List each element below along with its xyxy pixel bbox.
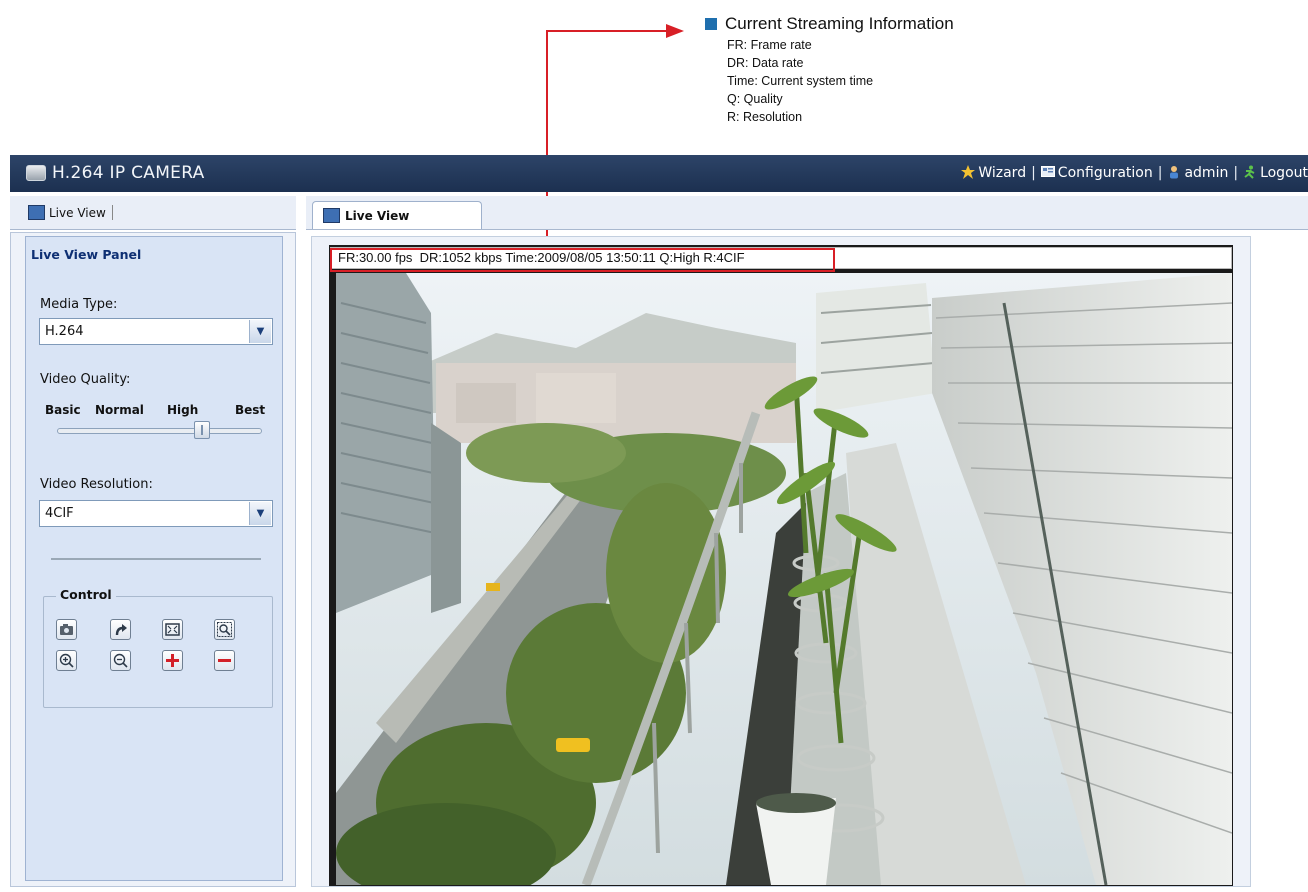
configuration-link[interactable]: Configuration [1040, 165, 1153, 181]
wizard-icon [961, 165, 976, 179]
digital-zoom-icon [217, 622, 232, 637]
video-resolution-select[interactable]: 4CIF ▼ [39, 500, 273, 527]
chevron-down-icon[interactable]: ▼ [249, 502, 271, 525]
zoom-out-icon [113, 653, 128, 668]
app-title: H.264 IP CAMERA [52, 163, 205, 183]
separator: | [1031, 165, 1036, 181]
app-header: H.264 IP CAMERA Wizard | Configuration |… [10, 155, 1308, 192]
separator: | [1157, 165, 1163, 181]
minus-button[interactable] [214, 650, 235, 671]
header-links: Wizard | Configuration | admin | Logout [961, 165, 1308, 181]
snapshot-icon [60, 624, 73, 635]
live-video[interactable] [336, 273, 1232, 885]
plus-button[interactable] [162, 650, 183, 671]
separator: | [1233, 165, 1239, 181]
rotate-button[interactable] [110, 619, 131, 640]
media-type-label: Media Type: [40, 297, 118, 312]
digital-zoom-button[interactable] [214, 619, 235, 640]
zoom-out-button[interactable] [110, 650, 131, 671]
quality-best: Best [235, 403, 266, 417]
video-resolution-label: Video Resolution: [40, 477, 153, 492]
monitor-icon [28, 205, 45, 220]
admin-label: admin [1184, 165, 1229, 181]
camera-icon [26, 165, 46, 181]
zoom-in-icon [59, 653, 74, 668]
app-logo: H.264 IP CAMERA [26, 163, 205, 183]
panel-title: Live View Panel [31, 247, 142, 262]
minus-icon [218, 659, 231, 662]
media-type-value: H.264 [45, 324, 84, 339]
wizard-link[interactable]: Wizard [961, 165, 1026, 181]
control-group: Control [43, 587, 273, 708]
video-resolution-value: 4CIF [45, 506, 74, 521]
live-view-panel: Live View Panel Media Type: H.264 ▼ Vide… [10, 232, 296, 887]
panel-divider [51, 558, 261, 560]
plus-icon [166, 654, 179, 667]
tab-live-view[interactable]: Live View [312, 201, 482, 229]
monitor-icon [323, 208, 340, 223]
snapshot-button[interactable] [56, 619, 77, 640]
configuration-label: Configuration [1057, 165, 1153, 181]
media-type-select[interactable]: H.264 ▼ [39, 318, 273, 345]
live-view-panel-body: Live View Panel Media Type: H.264 ▼ Vide… [25, 236, 283, 881]
logout-link[interactable]: Logout [1243, 165, 1308, 181]
tab-label: Live View [345, 208, 410, 223]
user-icon [1170, 166, 1179, 179]
slider-thumb[interactable] [194, 421, 210, 439]
logout-label: Logout [1260, 165, 1308, 181]
fullscreen-icon [165, 623, 180, 636]
video-quality-label: Video Quality: [40, 372, 131, 387]
left-tab-strip: Live View [10, 196, 296, 230]
chevron-down-icon[interactable]: ▼ [249, 320, 271, 343]
quality-high: High [167, 403, 199, 417]
rotate-icon [115, 623, 127, 635]
control-label: Control [56, 587, 116, 602]
quality-basic: Basic [45, 403, 81, 417]
fullscreen-button[interactable] [162, 619, 183, 640]
quality-normal: Normal [95, 403, 144, 417]
stream-info-highlight [330, 248, 835, 272]
tab-label: Live View [49, 205, 106, 220]
admin-link[interactable]: admin [1167, 165, 1228, 181]
logout-icon [1244, 165, 1255, 179]
zoom-in-button[interactable] [56, 650, 77, 671]
video-quality-slider[interactable] [57, 428, 262, 434]
wizard-label: Wizard [978, 165, 1027, 181]
tab-live-view-left[interactable]: Live View [28, 205, 113, 220]
main-tab-strip: Live View [306, 196, 1308, 230]
configuration-icon [1040, 166, 1055, 177]
live-video-image [336, 273, 1232, 885]
